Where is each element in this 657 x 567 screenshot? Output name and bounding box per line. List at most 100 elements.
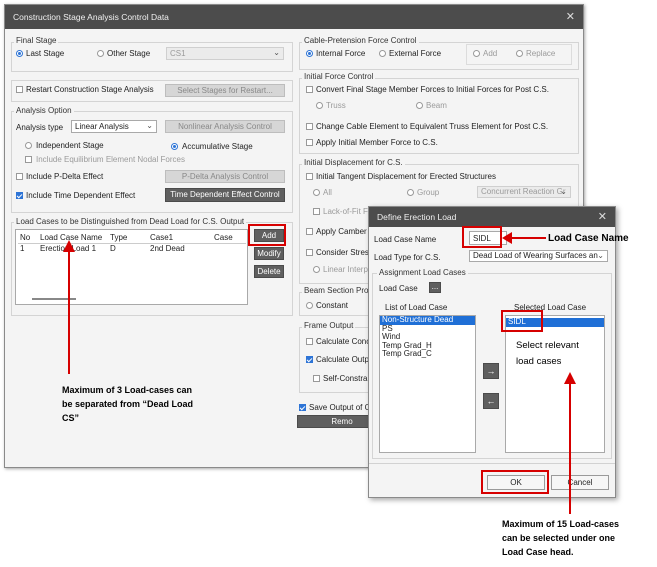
table-cell: 1 <box>20 244 25 253</box>
save-output-checkbox[interactable] <box>299 404 306 411</box>
beam-section-label: Beam Section Prop <box>302 286 375 295</box>
cable-replace-radio[interactable] <box>516 50 523 57</box>
apply-initial-force-label: Apply Initial Member Force to C.S. <box>316 138 438 147</box>
external-force-radio[interactable] <box>379 50 386 57</box>
list-item[interactable]: Non-Structure Dead <box>380 315 475 325</box>
time-dependent-control-button[interactable]: Time Dependent Effect Control <box>165 188 285 202</box>
load-case-name-label: Load Case Name <box>374 235 437 244</box>
cancel-button[interactable]: Cancel <box>551 475 609 490</box>
lack-of-fit-checkbox[interactable] <box>313 208 320 215</box>
truss-label: Truss <box>326 101 346 110</box>
table-cell: D <box>110 244 116 253</box>
other-stage-select[interactable]: CS1 ⌄ <box>166 47 284 60</box>
add-highlight <box>248 224 286 246</box>
convert-final-stage-checkbox[interactable] <box>306 86 313 93</box>
external-force-label: External Force <box>389 49 442 58</box>
truss-radio[interactable] <box>316 102 323 109</box>
group-label: Group <box>417 188 440 197</box>
load-type-label: Load Type for C.S. <box>374 253 441 262</box>
main-dialog-title: Construction Stage Analysis Control Data <box>13 12 169 22</box>
pdelta-control-button[interactable]: P-Delta Analysis Control <box>165 170 285 183</box>
load-case-name-annotation: Load Case Name <box>548 233 629 244</box>
self-constrain-label: Self-Constrain <box>323 374 374 383</box>
calc-concu-label: Calculate Concu <box>316 337 375 346</box>
group-select[interactable]: Concurrent Reaction Gr ⌄ <box>477 186 571 198</box>
cable-add-radio[interactable] <box>473 50 480 57</box>
include-equilibrium-label: Include Equilibrium Element Nodal Forces <box>36 155 185 164</box>
main-titlebar: Construction Stage Analysis Control Data… <box>5 5 583 29</box>
cable-pretension-label: Cable-Pretension Force Control <box>302 36 419 45</box>
move-right-button[interactable]: → <box>483 363 499 379</box>
restart-checkbox[interactable] <box>16 86 23 93</box>
convert-final-stage-label: Convert Final Stage Member Forces to Ini… <box>316 85 549 94</box>
include-pdelta-checkbox[interactable] <box>16 173 23 180</box>
chevron-down-icon: ⌄ <box>597 251 604 260</box>
initial-tangent-checkbox[interactable] <box>306 173 313 180</box>
selected-load-case-listbox[interactable]: SIDL <box>505 315 605 453</box>
footer-divider <box>369 463 615 464</box>
delete-load-case-button[interactable]: Delete <box>254 265 284 278</box>
apply-camber-label: Apply Camber D <box>316 227 375 236</box>
apply-camber-checkbox[interactable] <box>306 228 313 235</box>
all-radio[interactable] <box>313 189 320 196</box>
accumulative-stage-label: Accumulative Stage <box>182 142 253 151</box>
final-stage-label: Final Stage <box>14 36 59 45</box>
independent-stage-label: Independent Stage <box>36 141 104 150</box>
modify-load-case-button[interactable]: Modify <box>254 247 284 260</box>
nonlinear-control-button[interactable]: Nonlinear Analysis Control <box>165 120 285 133</box>
ellipsis-button[interactable]: ... <box>429 282 441 293</box>
linear-interp-radio[interactable] <box>313 266 320 273</box>
include-time-dependent-label: Include Time Dependent Effect <box>26 191 136 200</box>
group-radio[interactable] <box>407 189 414 196</box>
self-constrain-checkbox[interactable] <box>313 375 320 382</box>
calc-output-label: Calculate Outpu <box>316 355 374 364</box>
column-header: Case <box>214 233 233 242</box>
close-icon[interactable]: ✕ <box>598 210 607 223</box>
close-icon[interactable]: ✕ <box>566 10 575 23</box>
move-left-button[interactable]: ← <box>483 393 499 409</box>
load-case-field-label: Load Case <box>379 284 418 293</box>
constant-label: Constant <box>316 301 349 310</box>
consider-stress-checkbox[interactable] <box>306 249 313 256</box>
calc-concu-checkbox[interactable] <box>306 338 313 345</box>
internal-force-radio[interactable] <box>306 50 313 57</box>
load-type-select[interactable]: Dead Load of Wearing Surfaces an ⌄ <box>469 250 608 262</box>
table-row[interactable]: 1 Erection Load 1 D 2nd Dead <box>20 243 246 254</box>
chevron-down-icon: ⌄ <box>560 187 567 196</box>
erection-titlebar: Define Erection Load ✕ <box>369 207 615 227</box>
arrow-left-icon: ← <box>486 396 496 406</box>
select-stages-restart-button[interactable]: Select Stages for Restart... <box>165 84 285 97</box>
last-stage-radio[interactable] <box>16 50 23 57</box>
linear-interp-label: Linear Interpo <box>323 265 373 274</box>
list-item[interactable]: Temp Grad_C <box>380 349 475 359</box>
header-divider <box>18 243 246 244</box>
load-cases-label: Load Cases to be Distinguished from Dead… <box>14 217 247 226</box>
change-cable-checkbox[interactable] <box>306 123 313 130</box>
internal-force-label: Internal Force <box>316 49 366 58</box>
constant-radio[interactable] <box>306 302 313 309</box>
list-of-load-case-listbox[interactable]: Non-Structure Dead PS Wind Temp Grad_H T… <box>379 315 476 453</box>
analysis-option-label: Analysis Option <box>14 106 74 115</box>
save-output-label: Save Output of C <box>309 403 371 412</box>
consider-stress-label: Consider Stress <box>316 248 373 257</box>
initial-force-label: Initial Force Control <box>302 72 376 81</box>
beam-label: Beam <box>426 101 447 110</box>
calc-output-checkbox[interactable] <box>306 356 313 363</box>
restart-label: Restart Construction Stage Analysis <box>26 85 154 94</box>
erection-dialog-title: Define Erection Load <box>377 212 457 222</box>
chevron-down-icon: ⌄ <box>273 48 280 57</box>
include-equilibrium-checkbox[interactable] <box>25 156 32 163</box>
arrow-up-icon <box>63 240 75 374</box>
table-cell <box>214 243 246 254</box>
independent-stage-radio[interactable] <box>25 142 32 149</box>
other-stage-radio[interactable] <box>97 50 104 57</box>
include-time-dependent-checkbox[interactable] <box>16 192 23 199</box>
beam-radio[interactable] <box>416 102 423 109</box>
column-header: No <box>20 233 31 242</box>
lack-of-fit-label: Lack-of-Fit Fo <box>323 207 373 216</box>
accumulative-stage-radio[interactable] <box>171 143 178 150</box>
apply-initial-force-checkbox[interactable] <box>306 139 313 146</box>
cable-replace-label: Replace <box>526 49 556 58</box>
analysis-type-select[interactable]: Linear Analysis ⌄ <box>71 120 157 133</box>
load-cases-table[interactable]: No Load Case Name Type Case1 Case 1 Erec… <box>15 229 248 305</box>
